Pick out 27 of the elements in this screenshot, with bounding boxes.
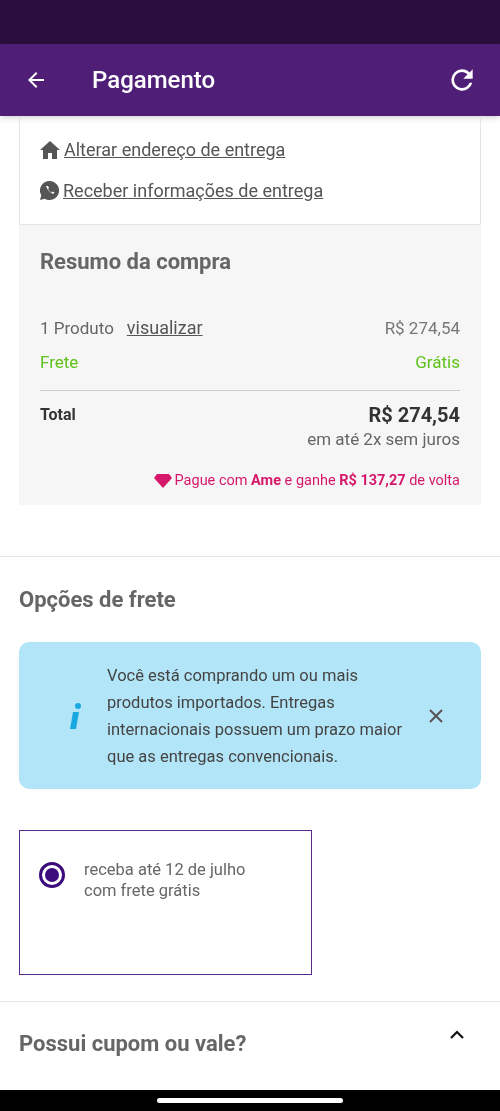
total-label: Total	[40, 403, 76, 426]
shipping-label: Frete	[40, 351, 79, 374]
coupon-title: Possui cupom ou vale?	[19, 1030, 247, 1058]
product-price: R$ 274,54	[384, 316, 460, 340]
shipping-value: Grátis	[415, 351, 460, 374]
close-icon	[429, 708, 443, 723]
summary-title: Resumo da compra	[40, 248, 232, 276]
house-icon	[40, 140, 60, 159]
option-label: receba até 12 de julho com frete grátis	[84, 859, 247, 901]
gem-icon	[153, 473, 172, 488]
close-button[interactable]	[429, 708, 443, 723]
installments-text: em até 2x sem juros	[307, 427, 460, 451]
section-title: Opções de frete	[18, 586, 177, 614]
page-title: Pagamento	[92, 65, 217, 96]
home-handle[interactable]	[157, 1098, 343, 1103]
notice-text: Você está comprando um ou mais produtos importados. Entregas internacionais possuem um prazo maior que as entregas convencionais.	[107, 664, 404, 768]
coupon-row[interactable]: Possui cupom ou vale?	[0, 1027, 500, 1060]
total-value: R$ 274,54	[368, 402, 460, 427]
view-link[interactable]: visualizar	[126, 314, 203, 341]
product-count: 1 Produto	[40, 316, 114, 340]
shipping-option[interactable]: receba até 12 de julho com frete grátis	[19, 830, 312, 975]
chat-bubble-icon	[40, 181, 59, 200]
cashback-text: Pague com Ame e ganhe R$ 137,27 de volta	[174, 471, 460, 491]
radio-button[interactable]	[39, 862, 65, 888]
delivery-link[interactable]: Alterar endereço de entrega	[64, 136, 286, 163]
delivery-link[interactable]: Receber informações de entrega	[63, 177, 324, 204]
info-icon	[69, 702, 81, 729]
